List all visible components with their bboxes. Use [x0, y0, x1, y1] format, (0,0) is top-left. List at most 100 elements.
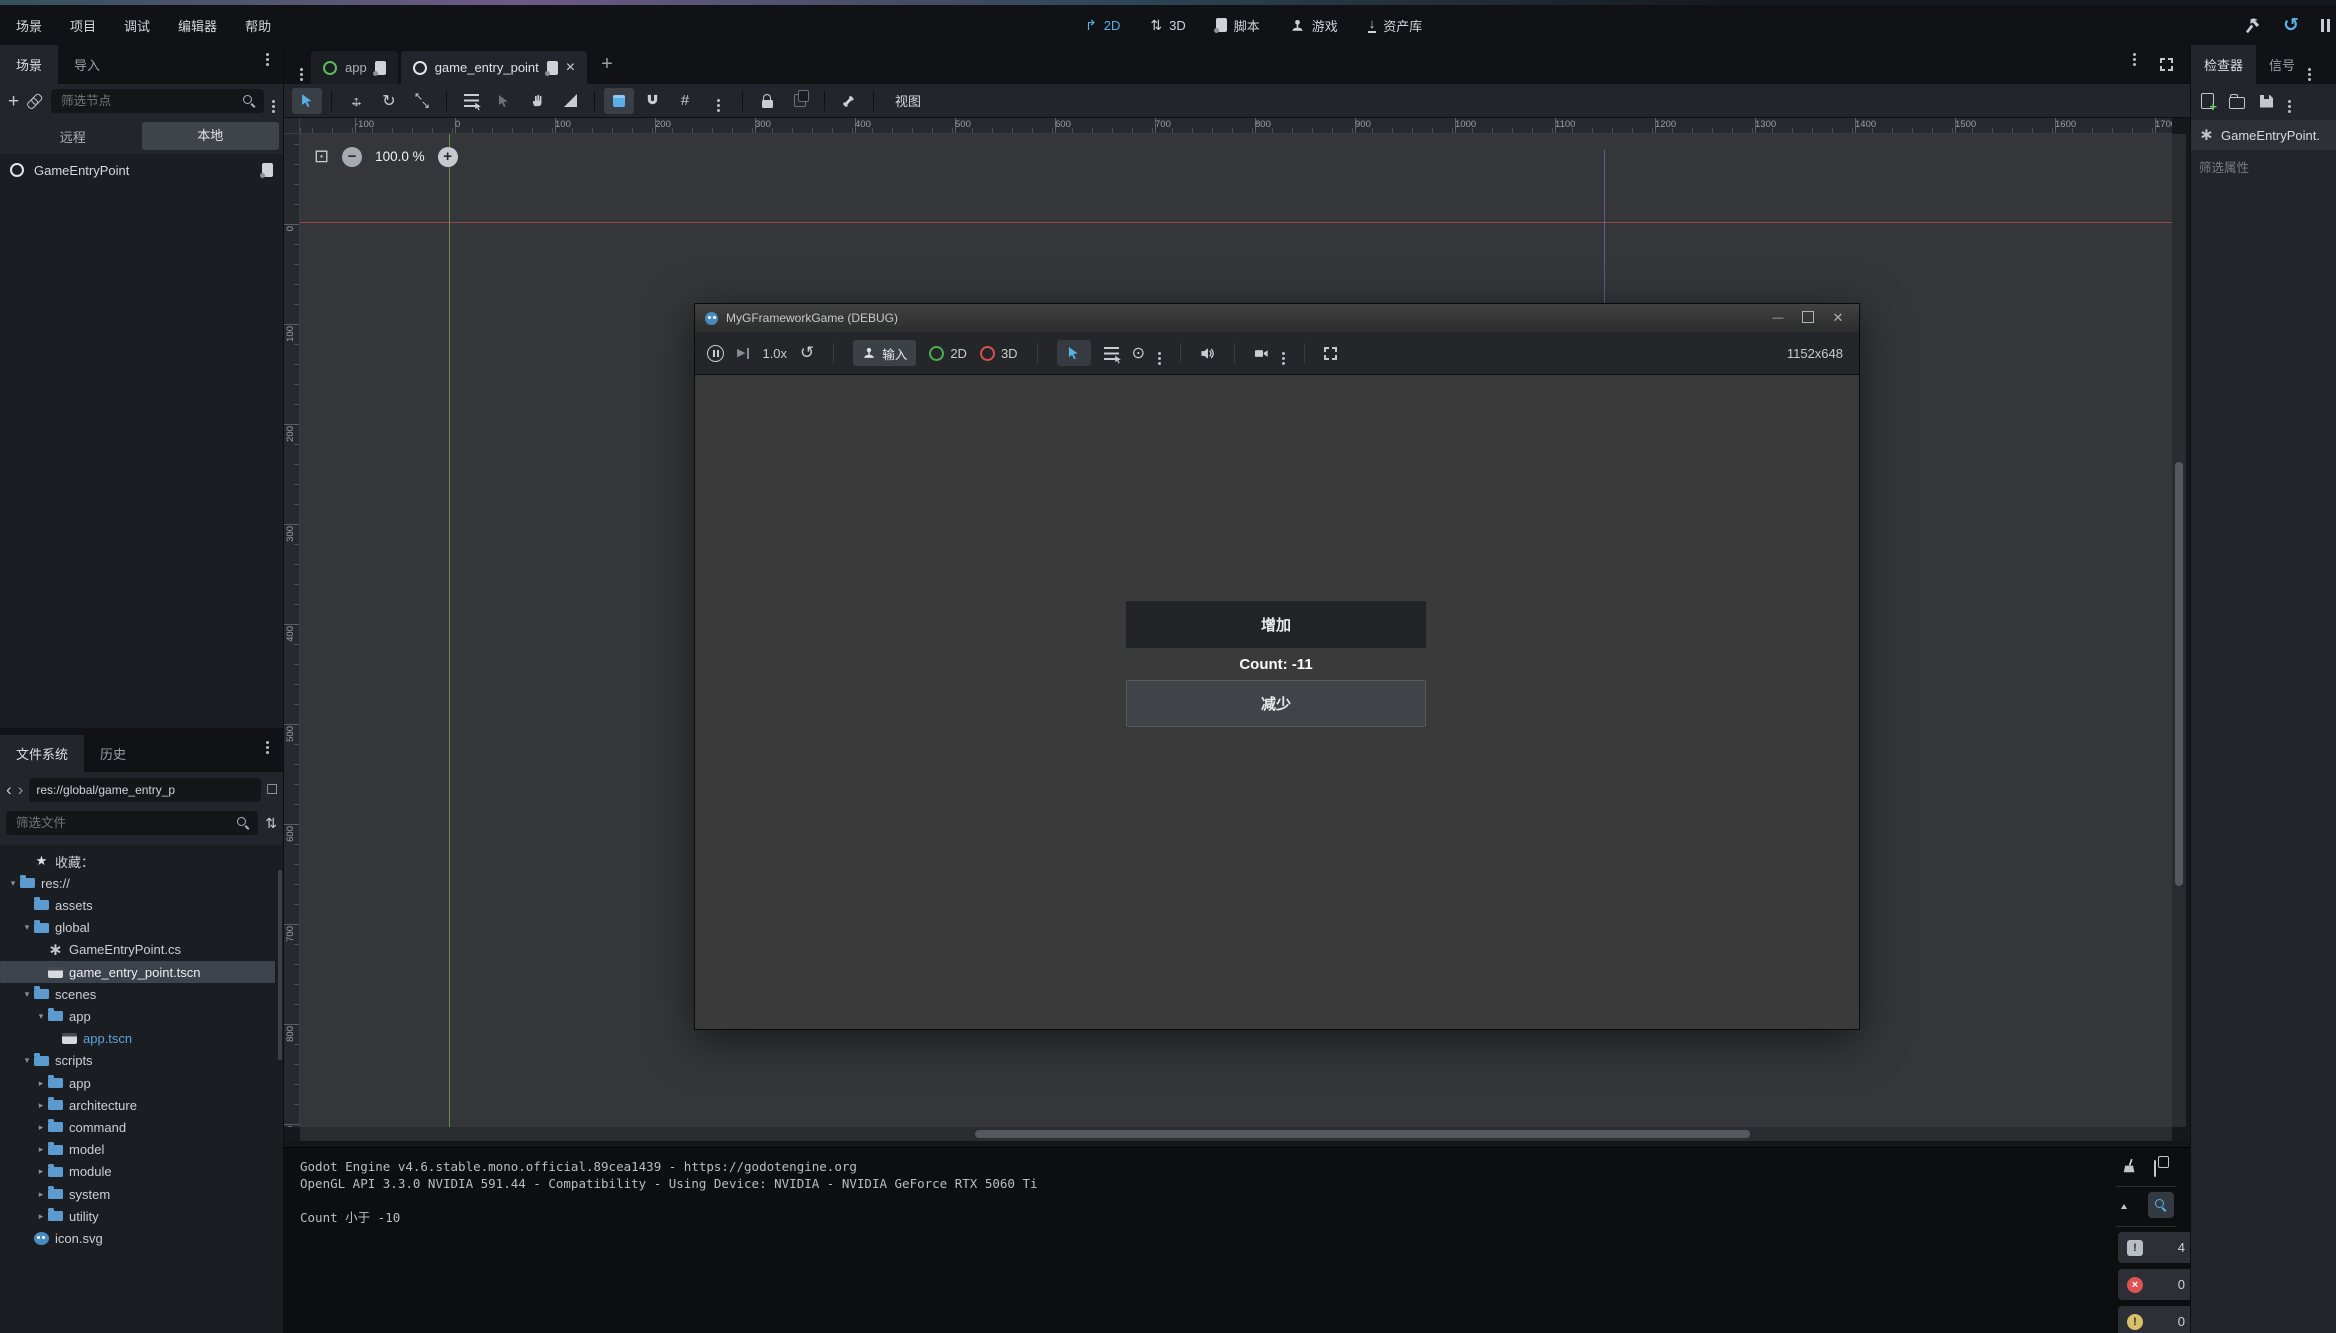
- distraction-free-icon[interactable]: [2160, 58, 2173, 71]
- ruler-tool[interactable]: [555, 88, 585, 114]
- clear-output-icon[interactable]: [2122, 1158, 2138, 1174]
- dock-tabs-overflow-icon[interactable]: [2308, 68, 2311, 71]
- tab-signals[interactable]: 信号: [2256, 45, 2308, 84]
- close-tab-icon[interactable]: [566, 59, 575, 77]
- scene-tabs-menu-icon[interactable]: [300, 68, 303, 71]
- expand-arrow[interactable]: ▸: [34, 1122, 48, 1133]
- expand-arrow[interactable]: ▾: [20, 922, 34, 933]
- filesystem-tree-row[interactable]: app.tscn: [0, 1028, 275, 1050]
- filesystem-tree-row[interactable]: ▸ architecture: [0, 1094, 275, 1116]
- new-resource-icon[interactable]: [2201, 93, 2214, 109]
- pause-game-button[interactable]: [2321, 19, 2330, 32]
- game-menu-icon[interactable]: [1158, 352, 1161, 355]
- workspace-tab-3d[interactable]: 3D: [1150, 18, 1185, 33]
- move-tool[interactable]: [341, 88, 371, 114]
- tab-inspector[interactable]: 检查器: [2191, 45, 2256, 84]
- errors-badge[interactable]: × 0: [2118, 1269, 2194, 1300]
- filesystem-tree-row[interactable]: icon.svg: [0, 1227, 275, 1249]
- filesystem-tree-row[interactable]: ▾ res://: [0, 872, 275, 894]
- scene-dock-menu-icon[interactable]: [266, 53, 269, 56]
- split-view-icon[interactable]: [267, 781, 277, 799]
- filesystem-tree-row[interactable]: ▸ utility: [0, 1205, 275, 1227]
- zoom-level[interactable]: 100.0 %: [375, 149, 425, 164]
- scene-tree-menu-icon[interactable]: [272, 100, 275, 103]
- center-view-icon[interactable]: [314, 146, 329, 167]
- filesystem-tree-row[interactable]: ▾ app: [0, 1005, 275, 1027]
- zoom-out-button[interactable]: [342, 147, 362, 167]
- filesystem-tree-row[interactable]: ▸ command: [0, 1116, 275, 1138]
- filter-files-input[interactable]: [14, 815, 231, 831]
- workspace-tab-game[interactable]: 游戏: [1290, 16, 1338, 35]
- tab-scene[interactable]: 场景: [0, 45, 58, 84]
- pan-tool[interactable]: [522, 88, 552, 114]
- expand-arrow[interactable]: ▸: [34, 1100, 48, 1111]
- fullscreen-icon[interactable]: [1324, 347, 1337, 360]
- expand-arrow[interactable]: ▸: [34, 1189, 48, 1200]
- filesystem-tree-row[interactable]: ▾ global: [0, 917, 275, 939]
- expand-arrow[interactable]: ▸: [34, 1144, 48, 1155]
- decrease-button[interactable]: 减少: [1126, 680, 1426, 727]
- scene-tree-root-row[interactable]: GameEntryPoint: [0, 157, 283, 183]
- filesystem-scrollbar[interactable]: [278, 870, 282, 1060]
- expand-arrow[interactable]: ▸: [34, 1078, 48, 1089]
- nav-forward-icon[interactable]: [18, 780, 24, 800]
- maximize-button[interactable]: [1797, 311, 1819, 326]
- group-node-button[interactable]: [785, 88, 815, 114]
- instance-scene-button[interactable]: [24, 90, 47, 113]
- expand-arrow[interactable]: ▾: [6, 878, 20, 889]
- nav-back-icon[interactable]: [6, 780, 12, 800]
- menu-item[interactable]: 帮助: [231, 5, 285, 45]
- filesystem-menu-icon[interactable]: [266, 741, 269, 744]
- menu-item[interactable]: 场景: [2, 5, 56, 45]
- grid-snap-toggle[interactable]: [637, 88, 667, 114]
- warnings-badge[interactable]: ! 0: [2118, 1306, 2194, 1333]
- select-tool[interactable]: [292, 88, 322, 114]
- minimize-button[interactable]: [1767, 312, 1789, 324]
- lock-node-button[interactable]: [752, 88, 782, 114]
- filesystem-tree-row[interactable]: ▸ model: [0, 1139, 275, 1161]
- workspace-tab-assetlib[interactable]: 资产库: [1368, 16, 1423, 35]
- reset-speed-icon[interactable]: [800, 343, 814, 363]
- filesystem-tree-row[interactable]: ▸ system: [0, 1183, 275, 1205]
- expand-arrow[interactable]: ▸: [34, 1211, 48, 1222]
- filesystem-tree-row[interactable]: ▸ module: [0, 1161, 275, 1183]
- input-toggle-button[interactable]: 输入: [853, 340, 916, 366]
- vscrollbar-thumb[interactable]: [2175, 462, 2183, 886]
- expand-arrow[interactable]: ▸: [34, 1166, 48, 1177]
- dock-splitter[interactable]: [0, 728, 283, 735]
- new-scene-tab-button[interactable]: [601, 53, 613, 76]
- canvas-vscrollbar[interactable]: [2172, 134, 2186, 1127]
- debug-2d-toggle[interactable]: 2D: [929, 346, 967, 361]
- scale-tool[interactable]: [407, 88, 437, 114]
- mute-audio-icon[interactable]: [1200, 346, 1215, 361]
- save-resource-icon[interactable]: [2260, 95, 2273, 108]
- tab-filesystem[interactable]: 文件系统: [0, 735, 84, 772]
- build-button[interactable]: [2244, 17, 2261, 34]
- game-window-titlebar[interactable]: MyGFrameworkGame (DEBUG): [695, 304, 1859, 332]
- filesystem-tree-row[interactable]: GameEntryPoint.cs: [0, 939, 275, 961]
- workspace-tab-script[interactable]: 脚本: [1216, 16, 1260, 35]
- next-frame-icon[interactable]: [737, 348, 749, 359]
- rotate-tool[interactable]: [374, 88, 404, 114]
- tab-import[interactable]: 导入: [58, 45, 116, 84]
- close-button[interactable]: [1827, 310, 1849, 326]
- hscrollbar-thumb[interactable]: [975, 1130, 1750, 1138]
- game-select-tool[interactable]: [1057, 340, 1091, 366]
- speed-multiplier[interactable]: 1.0x: [762, 346, 787, 361]
- tabbar-extra-menu-icon[interactable]: [2133, 53, 2136, 56]
- embed-options-icon[interactable]: [1282, 352, 1285, 355]
- scene-tab-game-entry-point[interactable]: game_entry_point: [401, 51, 587, 84]
- local-button[interactable]: 本地: [142, 122, 280, 150]
- smart-snap-toggle[interactable]: [604, 88, 634, 114]
- remote-button[interactable]: 远程: [4, 127, 142, 146]
- debug-3d-toggle[interactable]: 3D: [980, 346, 1018, 361]
- sort-files-icon[interactable]: [265, 815, 277, 832]
- messages-badge[interactable]: ! 4: [2118, 1232, 2194, 1263]
- menu-item[interactable]: 项目: [56, 5, 110, 45]
- expand-arrow[interactable]: ▾: [20, 1055, 34, 1066]
- list-select-tool[interactable]: [456, 88, 486, 114]
- suspend-icon[interactable]: [707, 345, 724, 362]
- load-resource-icon[interactable]: [2229, 97, 2245, 109]
- expand-arrow[interactable]: ▾: [20, 989, 34, 1000]
- filesystem-tree-row[interactable]: assets: [0, 894, 275, 916]
